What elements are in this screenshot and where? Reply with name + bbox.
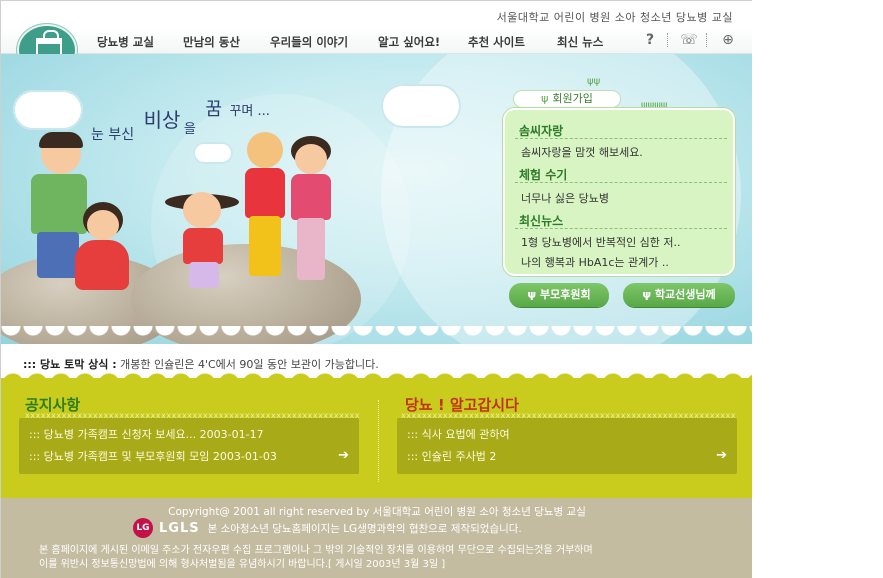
ticker-text: 개봉한 인슐린은 4'C에서 90일 동안 보관이 가능합니다. <box>120 358 379 371</box>
main-nav: 당뇨병 교실 만남의 동산 우리들의 이야기 알고 싶어요! 추천 사이트 최신… <box>1 28 752 54</box>
ticker-label: ::: 당뇨 토막 상식 : <box>23 358 117 371</box>
nav-item-diabetes-class[interactable]: 당뇨병 교실 <box>97 34 154 50</box>
slogan-part: 비상 <box>143 108 181 132</box>
kid-illustration <box>165 192 239 292</box>
sponsor-description: 본 소아청소년 당뇨홈페이지는 LG생명과학의 협찬으로 제작되었습니다. <box>207 522 522 535</box>
nav-item-want-to-know[interactable]: 알고 싶어요! <box>378 34 440 50</box>
panel-item[interactable]: 솜씨자랑을 맘껏 해보세요. <box>521 144 643 160</box>
nav-item-latest-news[interactable]: 최신 뉴스 <box>557 34 603 50</box>
slogan-part: 꿈 <box>205 99 222 120</box>
learn-item[interactable]: ::: 인슐린 주사법 2 <box>407 448 496 464</box>
lgls-label: LGLS <box>159 520 200 536</box>
notice-list: ::: 당뇨병 가족캠프 신청자 보세요... 2003-01-17 ::: 당… <box>19 418 359 474</box>
kid-illustration <box>241 132 291 282</box>
button-label: 부모후원회 <box>539 288 591 301</box>
notice-line: 이를 위반시 정보통신망법에 의해 형사처벌됨을 유념하시기 바랍니다.[ 게시… <box>39 559 446 570</box>
divider <box>378 400 379 482</box>
sprout-icon: ψψ <box>587 76 601 87</box>
panel-item[interactable]: 너무나 싫은 당뇨병 <box>521 190 609 206</box>
more-arrow-icon[interactable]: ➔ <box>338 448 349 463</box>
divider <box>667 33 668 47</box>
page: 서울대학교 어린이 병원 소아 청소년 당뇨병 교실 당뇨병 교실 만남의 동산… <box>0 0 752 578</box>
nav-item-meeting-hill[interactable]: 만남의 동산 <box>183 34 240 50</box>
parents-support-button[interactable]: ψ 부모후원회 <box>509 283 609 307</box>
section-title-experience[interactable]: 체험 수기 <box>519 166 567 183</box>
more-arrow-icon[interactable]: ➔ <box>716 448 727 463</box>
kid-illustration <box>71 202 131 292</box>
sprout-icon: ψ <box>541 92 549 105</box>
hero-wave-edge <box>1 326 752 344</box>
hero-slogan: 눈 부신 비상 을 꿈 꾸며 ... <box>91 99 270 143</box>
footer: Copyright@ 2001 all right reserved by 서울… <box>1 498 752 578</box>
teachers-button[interactable]: ψ 학교선생님께 <box>623 283 735 307</box>
cloud-icon <box>13 90 83 130</box>
notice-item[interactable]: ::: 당뇨병 가족캠프 신청자 보세요... 2003-01-17 <box>29 426 264 442</box>
sprout-icon: ψ <box>642 288 655 301</box>
section-title-showcase[interactable]: 솜씨자랑 <box>519 122 563 139</box>
sprout-icon: ψ <box>527 288 540 301</box>
section-title-news[interactable]: 최신뉴스 <box>519 212 563 229</box>
board-section: 공지사항 xxxxxxxxxxxxxxxxxxxxxxxxxxxxxxxxxxx… <box>1 372 752 498</box>
cloud-icon <box>193 142 233 164</box>
divider <box>515 182 727 183</box>
button-label: 학교선생님께 <box>654 288 716 301</box>
email-policy-notice: 본 홈페이지에 게시된 이메일 주소가 전자우편 수집 프로그램이나 그 밖의 … <box>39 544 729 572</box>
divider <box>515 138 727 139</box>
learn-list: ::: 식사 요법에 관하여 ::: 인슐린 주사법 2 ➔ <box>397 418 737 474</box>
sponsor-block: LG LGLS 본 소아청소년 당뇨홈페이지는 LG생명과학의 협찬으로 제작되… <box>133 518 522 538</box>
nav-item-recommended-sites[interactable]: 추천 사이트 <box>468 34 525 50</box>
panel-item[interactable]: 1형 당뇨병에서 반복적인 심한 저.. <box>521 234 681 250</box>
slogan-part: 꾸며 ... <box>229 104 270 119</box>
panel-item[interactable]: 나의 행복과 HbA1c는 관계가 .. <box>521 254 669 270</box>
cloud-icon <box>381 84 461 128</box>
community-panel: 솜씨자랑 솜씨자랑을 맘껏 해보세요. 체험 수기 너무나 싫은 당뇨병 최신뉴… <box>503 108 735 276</box>
site-title: 서울대학교 어린이 병원 소아 청소년 당뇨병 교실 <box>496 11 733 24</box>
help-icon[interactable]: ? <box>641 31 659 49</box>
learn-item[interactable]: ::: 식사 요법에 관하여 <box>407 426 510 442</box>
lg-logo-icon: LG <box>133 518 153 538</box>
notice-line: 본 홈페이지에 게시된 이메일 주소가 전자우편 수집 프로그램이나 그 밖의 … <box>39 545 593 556</box>
contact-icon[interactable]: ☏ <box>680 31 698 49</box>
kid-illustration <box>287 136 337 288</box>
globe-icon[interactable]: ⊕ <box>719 31 737 49</box>
divider <box>515 228 727 229</box>
divider <box>706 33 707 47</box>
notice-item[interactable]: ::: 당뇨병 가족캠프 및 부모후원회 모임 2003-01-03 <box>29 448 277 464</box>
slogan-part: 을 <box>183 122 196 137</box>
top-strip: 서울대학교 어린이 병원 소아 청소년 당뇨병 교실 <box>1 0 752 28</box>
slogan-part: 눈 부신 <box>91 127 135 143</box>
copyright: Copyright@ 2001 all right reserved by 서울… <box>168 506 586 518</box>
join-label: 회원가입 <box>552 92 593 105</box>
board-wave-edge <box>1 372 752 384</box>
nav-tools: ? ☏ ⊕ <box>629 31 737 49</box>
nav-item-our-stories[interactable]: 우리들의 이야기 <box>270 34 348 50</box>
join-button[interactable]: ψ 회원가입 <box>513 90 621 108</box>
